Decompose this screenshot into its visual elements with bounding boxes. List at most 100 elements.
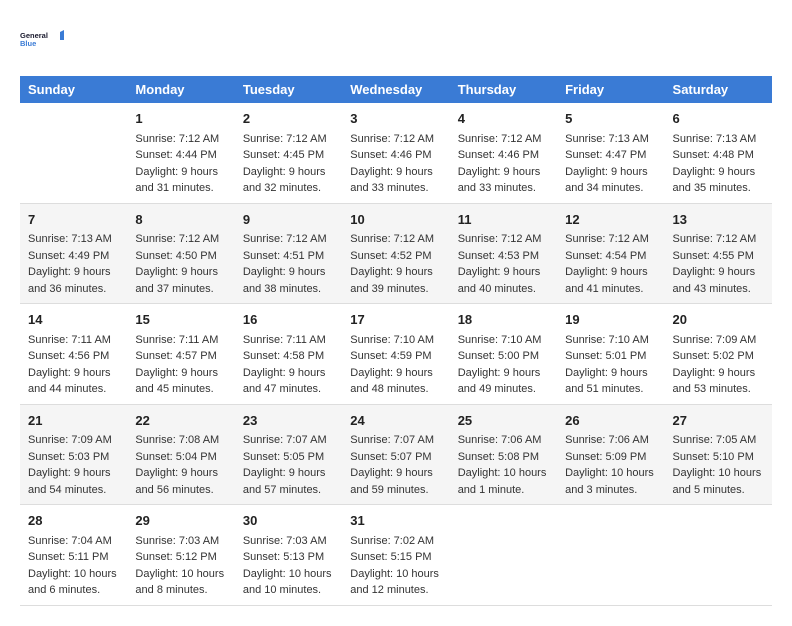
calendar-cell	[557, 505, 664, 606]
day-info: Sunset: 5:01 PM	[565, 348, 656, 365]
day-info: and 44 minutes.	[28, 381, 119, 398]
day-info: Daylight: 9 hours	[673, 164, 764, 181]
day-info: Daylight: 9 hours	[565, 164, 656, 181]
day-info: and 54 minutes.	[28, 482, 119, 499]
col-header-tuesday: Tuesday	[235, 76, 342, 103]
week-row-5: 28Sunrise: 7:04 AMSunset: 5:11 PMDayligh…	[20, 505, 772, 606]
day-info: Sunset: 4:46 PM	[350, 147, 441, 164]
day-info: and 41 minutes.	[565, 281, 656, 298]
day-info: Sunset: 4:52 PM	[350, 248, 441, 265]
day-number: 13	[673, 210, 764, 230]
page-header: General Blue	[20, 20, 772, 60]
day-info: and 36 minutes.	[28, 281, 119, 298]
day-info: Sunrise: 7:03 AM	[243, 533, 334, 550]
day-info: Daylight: 9 hours	[350, 365, 441, 382]
day-info: Sunrise: 7:10 AM	[458, 332, 549, 349]
day-info: Daylight: 9 hours	[565, 365, 656, 382]
day-info: and 5 minutes.	[673, 482, 764, 499]
day-info: and 12 minutes.	[350, 582, 441, 599]
day-number: 26	[565, 411, 656, 431]
day-info: Sunrise: 7:13 AM	[673, 131, 764, 148]
calendar-cell: 27Sunrise: 7:05 AMSunset: 5:10 PMDayligh…	[665, 404, 772, 505]
day-number: 1	[135, 109, 226, 129]
day-info: Daylight: 9 hours	[135, 465, 226, 482]
day-info: Sunrise: 7:09 AM	[673, 332, 764, 349]
calendar-cell: 26Sunrise: 7:06 AMSunset: 5:09 PMDayligh…	[557, 404, 664, 505]
day-info: Sunrise: 7:10 AM	[350, 332, 441, 349]
day-info: Daylight: 9 hours	[458, 365, 549, 382]
day-info: Daylight: 9 hours	[458, 164, 549, 181]
day-info: Daylight: 9 hours	[673, 365, 764, 382]
day-number: 8	[135, 210, 226, 230]
day-info: Sunrise: 7:12 AM	[350, 131, 441, 148]
calendar-cell	[665, 505, 772, 606]
day-info: Sunset: 4:53 PM	[458, 248, 549, 265]
day-info: and 32 minutes.	[243, 180, 334, 197]
day-number: 10	[350, 210, 441, 230]
day-info: Sunrise: 7:12 AM	[135, 231, 226, 248]
day-info: Daylight: 9 hours	[458, 264, 549, 281]
day-info: Daylight: 9 hours	[135, 264, 226, 281]
calendar-cell: 24Sunrise: 7:07 AMSunset: 5:07 PMDayligh…	[342, 404, 449, 505]
calendar-cell: 2Sunrise: 7:12 AMSunset: 4:45 PMDaylight…	[235, 103, 342, 203]
calendar-cell: 1Sunrise: 7:12 AMSunset: 4:44 PMDaylight…	[127, 103, 234, 203]
calendar-table: SundayMondayTuesdayWednesdayThursdayFrid…	[20, 76, 772, 606]
day-info: Sunset: 5:04 PM	[135, 449, 226, 466]
day-info: Sunset: 4:54 PM	[565, 248, 656, 265]
calendar-cell: 22Sunrise: 7:08 AMSunset: 5:04 PMDayligh…	[127, 404, 234, 505]
calendar-cell: 17Sunrise: 7:10 AMSunset: 4:59 PMDayligh…	[342, 304, 449, 405]
calendar-cell: 18Sunrise: 7:10 AMSunset: 5:00 PMDayligh…	[450, 304, 557, 405]
day-number: 25	[458, 411, 549, 431]
day-info: Daylight: 9 hours	[350, 465, 441, 482]
day-number: 11	[458, 210, 549, 230]
day-info: and 56 minutes.	[135, 482, 226, 499]
day-info: Sunrise: 7:13 AM	[28, 231, 119, 248]
day-number: 3	[350, 109, 441, 129]
calendar-cell: 9Sunrise: 7:12 AMSunset: 4:51 PMDaylight…	[235, 203, 342, 304]
calendar-cell: 23Sunrise: 7:07 AMSunset: 5:05 PMDayligh…	[235, 404, 342, 505]
day-number: 15	[135, 310, 226, 330]
day-info: and 3 minutes.	[565, 482, 656, 499]
svg-text:Blue: Blue	[20, 39, 36, 48]
day-info: Sunset: 5:13 PM	[243, 549, 334, 566]
day-number: 19	[565, 310, 656, 330]
col-header-wednesday: Wednesday	[342, 76, 449, 103]
calendar-cell: 4Sunrise: 7:12 AMSunset: 4:46 PMDaylight…	[450, 103, 557, 203]
day-number: 31	[350, 511, 441, 531]
day-number: 14	[28, 310, 119, 330]
day-info: Sunrise: 7:08 AM	[135, 432, 226, 449]
day-info: Sunset: 4:59 PM	[350, 348, 441, 365]
day-number: 6	[673, 109, 764, 129]
day-info: and 35 minutes.	[673, 180, 764, 197]
calendar-cell: 3 Sunrise: 7:12 AMSunset: 4:46 PMDaylight…	[342, 103, 449, 203]
day-info: and 10 minutes.	[243, 582, 334, 599]
day-number: 28	[28, 511, 119, 531]
calendar-cell: 25Sunrise: 7:06 AMSunset: 5:08 PMDayligh…	[450, 404, 557, 505]
day-info: Sunset: 4:57 PM	[135, 348, 226, 365]
day-info: Daylight: 10 hours	[673, 465, 764, 482]
calendar-cell: 29Sunrise: 7:03 AMSunset: 5:12 PMDayligh…	[127, 505, 234, 606]
day-info: and 57 minutes.	[243, 482, 334, 499]
day-number: 27	[673, 411, 764, 431]
calendar-body: 1Sunrise: 7:12 AMSunset: 4:44 PMDaylight…	[20, 103, 772, 605]
day-number: 5	[565, 109, 656, 129]
day-info: Daylight: 10 hours	[458, 465, 549, 482]
week-row-4: 21Sunrise: 7:09 AMSunset: 5:03 PMDayligh…	[20, 404, 772, 505]
week-row-3: 14Sunrise: 7:11 AMSunset: 4:56 PMDayligh…	[20, 304, 772, 405]
day-info: Sunrise: 7:12 AM	[458, 231, 549, 248]
day-number: 20	[673, 310, 764, 330]
day-info: Sunset: 4:47 PM	[565, 147, 656, 164]
day-info: Sunset: 5:03 PM	[28, 449, 119, 466]
day-number: 24	[350, 411, 441, 431]
day-info: Sunset: 5:09 PM	[565, 449, 656, 466]
day-number: 9	[243, 210, 334, 230]
day-info: Daylight: 9 hours	[243, 465, 334, 482]
day-info: Sunset: 5:08 PM	[458, 449, 549, 466]
day-info: Daylight: 9 hours	[350, 164, 441, 181]
calendar-cell: 20Sunrise: 7:09 AMSunset: 5:02 PMDayligh…	[665, 304, 772, 405]
calendar-cell: 16Sunrise: 7:11 AMSunset: 4:58 PMDayligh…	[235, 304, 342, 405]
day-info: Sunrise: 7:07 AM	[243, 432, 334, 449]
day-info: Daylight: 10 hours	[28, 566, 119, 583]
day-info: Daylight: 9 hours	[28, 365, 119, 382]
day-info: and 39 minutes.	[350, 281, 441, 298]
